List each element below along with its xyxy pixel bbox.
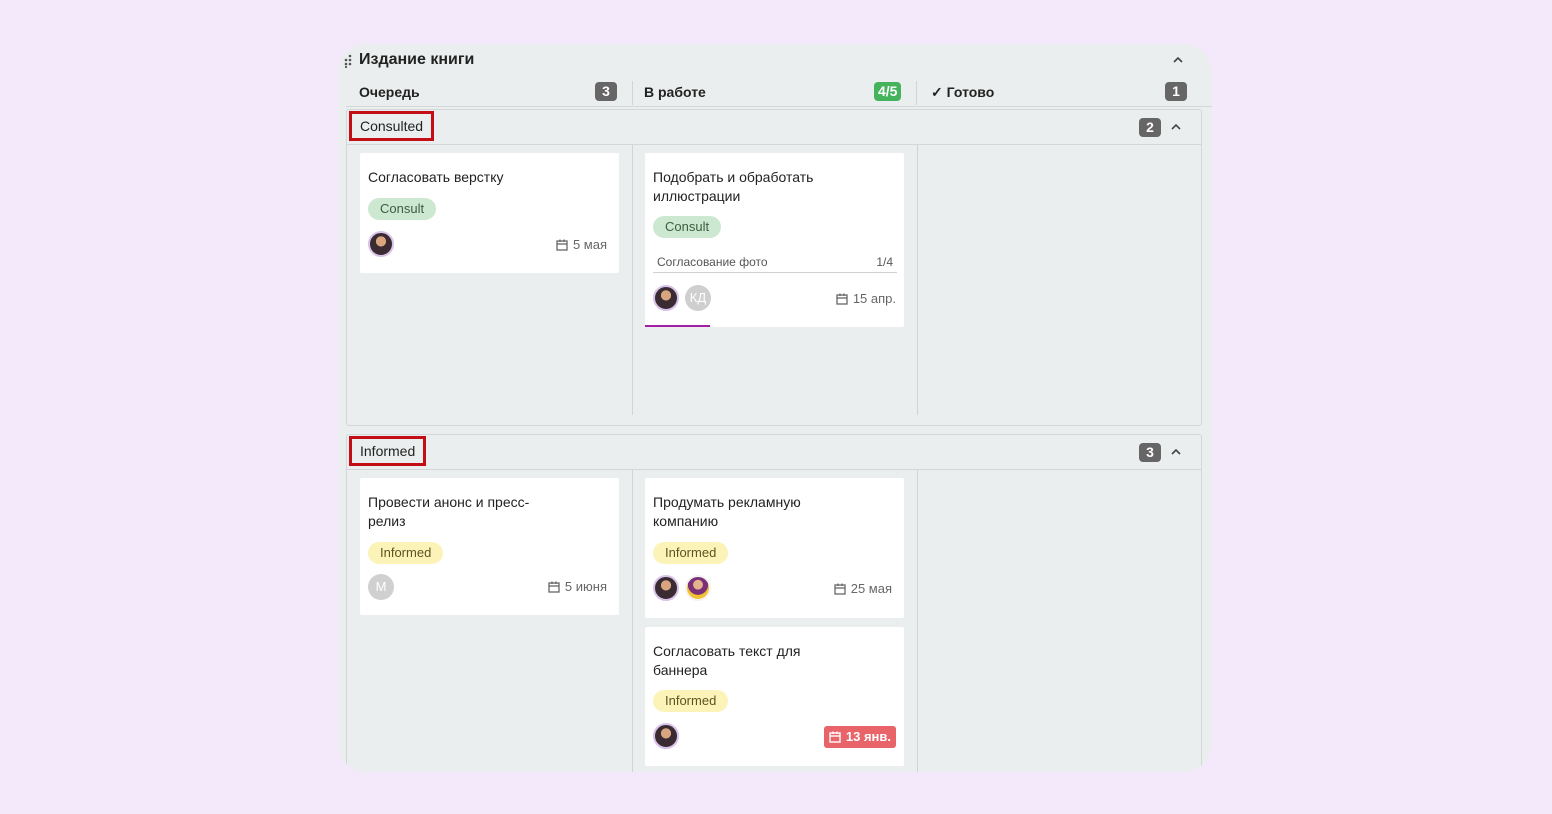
card-tag[interactable]: Consult <box>653 216 722 238</box>
column-count-badge: 3 <box>595 82 617 101</box>
calendar-icon <box>556 239 568 251</box>
swimlane-consulted: Consulted 2 Согласовать верстку Consult … <box>346 109 1202 426</box>
column-header-done[interactable]: ✓ Готово 1 <box>931 81 1191 105</box>
task-card[interactable]: Подобрать и обработать иллюстрации Consu… <box>645 153 904 327</box>
card-title: Провести анонс и пресс-релиз <box>368 494 530 529</box>
card-title: Продумать рекламную компанию <box>653 494 801 529</box>
column-divider <box>916 81 917 105</box>
swimlane-informed: Informed 3 Провести анонс и пресс-релиз … <box>346 434 1202 772</box>
column-name: Очередь <box>359 84 420 100</box>
swimlane-count-badge: 3 <box>1139 443 1161 462</box>
user-avatar-initials[interactable]: КД <box>685 285 711 311</box>
task-card[interactable]: Согласовать верстку Consult 5 мая <box>360 153 619 273</box>
board-title-row: Издание книги <box>338 44 1212 78</box>
column-wip-badge: 4/5 <box>874 82 902 101</box>
card-tag[interactable]: Informed <box>368 542 444 564</box>
user-avatar[interactable] <box>653 575 679 601</box>
drag-handle-icon[interactable] <box>343 54 353 69</box>
board-title: Издание книги <box>359 51 475 68</box>
user-avatar-initials[interactable]: М <box>368 574 394 600</box>
calendar-icon <box>834 583 846 595</box>
calendar-icon <box>548 581 560 593</box>
card-tag[interactable]: Informed <box>653 690 729 712</box>
checkmark-icon: ✓ <box>931 84 943 100</box>
column-header-queue[interactable]: Очередь 3 <box>359 81 619 105</box>
header-divider <box>346 106 1212 107</box>
user-avatar[interactable] <box>368 231 394 257</box>
due-date-overdue[interactable]: 13 янв. <box>823 726 896 748</box>
swimlane-count-badge: 2 <box>1139 118 1161 137</box>
swimlane-label: Informed <box>349 436 427 466</box>
chevron-up-icon[interactable] <box>1171 53 1185 67</box>
due-date[interactable]: 25 мая <box>834 580 892 598</box>
chevron-up-icon[interactable] <box>1169 445 1183 459</box>
card-title: Согласовать верстку <box>368 169 504 185</box>
user-avatar[interactable] <box>685 575 711 601</box>
checklist-progress[interactable]: Согласование фото 1/4 <box>653 254 897 273</box>
due-date[interactable]: 5 мая <box>556 236 607 254</box>
checklist-count: 1/4 <box>876 255 893 269</box>
calendar-icon <box>836 293 848 305</box>
task-card[interactable]: Согласовать текст для баннера Informed 1… <box>645 627 904 766</box>
column-header-in-progress[interactable]: В работе 4/5 <box>644 81 904 105</box>
column-name: В работе <box>644 84 706 100</box>
card-tag[interactable]: Consult <box>368 198 437 220</box>
user-avatar[interactable] <box>653 723 679 749</box>
card-progress-bar <box>645 325 710 327</box>
column-name: ✓ Готово <box>931 84 995 100</box>
due-date[interactable]: 15 апр. <box>836 290 896 308</box>
due-date[interactable]: 5 июня <box>548 578 607 596</box>
swimlane-label: Consulted <box>349 111 435 141</box>
column-divider <box>917 470 918 772</box>
checklist-name: Согласование фото <box>657 255 768 269</box>
column-count-badge: 1 <box>1165 82 1187 101</box>
swimlane-header[interactable]: Informed 3 <box>347 435 1201 470</box>
card-title: Подобрать и обработать иллюстрации <box>653 169 814 204</box>
chevron-up-icon[interactable] <box>1169 120 1183 134</box>
swimlane-header[interactable]: Consulted 2 <box>347 110 1201 145</box>
kanban-board: Издание книги Очередь 3 В работе 4/5 ✓ Г… <box>338 44 1212 772</box>
calendar-icon <box>829 731 841 743</box>
user-avatar[interactable] <box>653 285 679 311</box>
card-title: Согласовать текст для баннера <box>653 643 801 678</box>
task-card[interactable]: Провести анонс и пресс-релиз Informed М … <box>360 478 619 615</box>
card-tag[interactable]: Informed <box>653 542 729 564</box>
column-divider <box>632 470 633 772</box>
column-divider <box>632 145 633 415</box>
column-divider <box>917 145 918 415</box>
column-divider <box>632 81 633 105</box>
task-card[interactable]: Продумать рекламную компанию Informed 25… <box>645 478 904 618</box>
